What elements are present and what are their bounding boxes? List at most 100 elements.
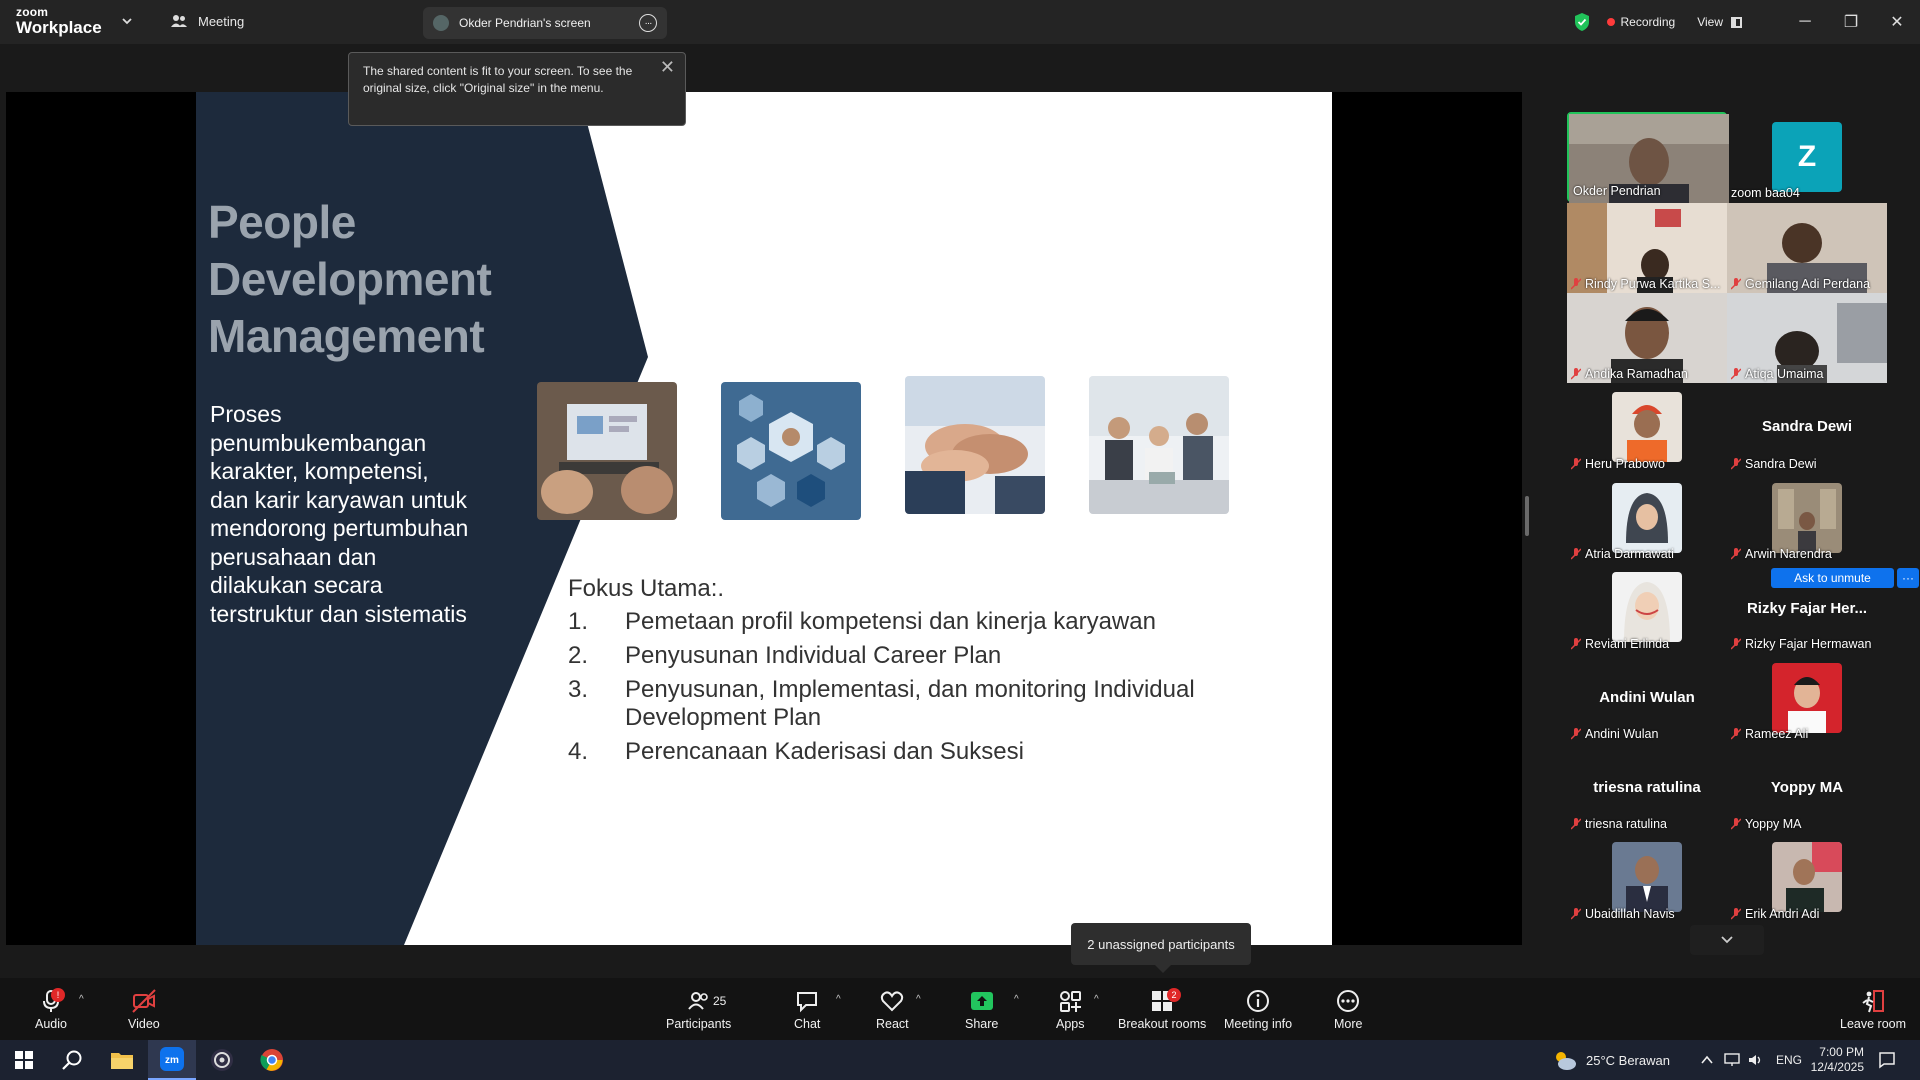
participant-avatar [1772, 483, 1842, 553]
photo-teamwork-hands [905, 376, 1045, 514]
mic-muted-icon [1731, 278, 1741, 290]
clock[interactable]: 7:00 PM 12/4/2025 [1808, 1040, 1864, 1080]
video-button[interactable]: Video [128, 988, 160, 1031]
focus-item-number: 4. [568, 738, 589, 765]
view-button[interactable]: View [1697, 15, 1742, 29]
participant-tile[interactable]: Ubaidillah Navis [1567, 833, 1727, 923]
apps-button[interactable]: Apps [1056, 988, 1085, 1031]
meeting-label: Meeting [198, 13, 245, 29]
info-icon [1247, 990, 1270, 1012]
participant-name-tag: Rindy Purwa Kartika S... [1571, 277, 1720, 291]
participant-name-tag: Ubaidillah Navis [1571, 907, 1675, 921]
react-button[interactable]: React [876, 988, 909, 1031]
svg-text:zm: zm [165, 1055, 179, 1066]
presentation-slide: People Development Management Proses pen… [196, 92, 1332, 945]
maximize-button[interactable]: ❐ [1828, 0, 1874, 44]
participant-tile[interactable]: Rindy Purwa Kartika S... [1567, 203, 1727, 293]
meeting-toolbar: Audio ! ^ Video Participants 25 Chat ^ R… [0, 978, 1920, 1040]
share-options-caret-icon[interactable]: ^ [1014, 994, 1019, 1005]
zoom-taskbar-button[interactable]: zm [148, 1040, 196, 1080]
unassigned-participants-tooltip: 2 unassigned participants [1071, 923, 1251, 973]
participant-tile[interactable]: Atria Darmawati [1567, 473, 1727, 563]
participant-tile[interactable]: Sandra Dewi Sandra Dewi [1727, 383, 1887, 473]
apps-options-caret-icon[interactable]: ^ [1094, 994, 1099, 1005]
participant-tile[interactable]: Okder Pendrian [1567, 112, 1729, 204]
weather-widget[interactable]: 25°C Berawan [1552, 1040, 1670, 1080]
chevron-up-icon[interactable] [1700, 1053, 1714, 1067]
chrome-icon [260, 1049, 283, 1071]
mic-muted-icon [1731, 908, 1741, 920]
participant-name-tag: Sandra Dewi [1731, 457, 1817, 471]
share-button[interactable]: Share [965, 988, 998, 1031]
participant-tile[interactable]: Rizky Fajar Her... Rizky Fajar Hermawan [1727, 563, 1887, 653]
more-button[interactable]: More [1334, 988, 1362, 1031]
participant-name-tag: Heru Prabowo [1571, 457, 1665, 471]
start-button[interactable] [0, 1040, 48, 1080]
notifications-button[interactable] [1878, 1040, 1896, 1080]
participant-tile[interactable]: Heru Prabowo [1567, 383, 1727, 473]
participant-name-tag: Andika Ramadhan [1571, 367, 1688, 381]
zoom-app-icon: zm [160, 1047, 184, 1071]
recording-indicator[interactable]: Recording [1606, 15, 1675, 29]
chevron-down-icon[interactable] [120, 14, 134, 28]
participant-tile[interactable]: Z zoom baa04 [1727, 112, 1887, 202]
audio-label: Audio [35, 1017, 67, 1031]
participant-tile[interactable]: Rameez Ali [1727, 653, 1887, 743]
volume-icon[interactable] [1748, 1053, 1764, 1067]
chat-button[interactable]: Chat [794, 988, 820, 1031]
photo-business-meeting [1089, 376, 1229, 514]
breakout-rooms-button[interactable]: Breakout rooms [1118, 988, 1206, 1031]
participant-name: Reviani Erlinda [1585, 637, 1670, 651]
participant-tile[interactable]: triesna ratulina triesna ratulina [1567, 743, 1727, 833]
system-tray[interactable]: ENG [1700, 1040, 1802, 1080]
meeting-menu[interactable]: Meeting [170, 12, 244, 30]
participant-name: Rameez Ali [1745, 727, 1809, 741]
search-button[interactable] [48, 1040, 96, 1080]
mic-muted-icon [1571, 908, 1581, 920]
fit-screen-tooltip: The shared content is fit to your screen… [348, 52, 686, 126]
encryption-shield-icon[interactable] [1573, 12, 1591, 32]
shared-screen-tab[interactable]: Okder Pendrian's screen ··· [423, 7, 667, 39]
participant-tile[interactable]: Yoppy MA Yoppy MA [1727, 743, 1887, 833]
participant-tile[interactable]: Reviani Erlinda [1567, 563, 1727, 653]
participant-tile[interactable]: Arwin Narendra [1727, 473, 1887, 563]
participant-name-tag: triesna ratulina [1571, 817, 1667, 831]
more-options-icon[interactable]: ··· [639, 14, 657, 32]
chat-options-caret-icon[interactable]: ^ [836, 994, 841, 1005]
participant-more-button[interactable]: ··· [1897, 568, 1919, 588]
participant-name: Ubaidillah Navis [1585, 907, 1675, 921]
audio-options-caret-icon[interactable]: ^ [79, 994, 84, 1005]
participant-tile[interactable]: Andini Wulan Andini Wulan [1567, 653, 1727, 743]
leave-room-button[interactable]: Leave room [1840, 988, 1906, 1031]
focus-list-item: 1. Pemetaan profil kompetensi dan kinerja… [568, 608, 1268, 636]
obs-taskbar-button[interactable] [198, 1040, 246, 1080]
windows-taskbar: zm 25°C Berawan ENG 7:00 PM 12/4/2025 [0, 1040, 1920, 1080]
participant-display-name: Andini Wulan [1599, 689, 1695, 706]
participant-name: Sandra Dewi [1745, 457, 1817, 471]
logo-line-2: Workplace [16, 18, 102, 37]
panel-resize-handle[interactable] [1525, 496, 1529, 536]
close-tooltip-icon[interactable]: ✕ [660, 58, 675, 76]
close-window-button[interactable]: ✕ [1874, 0, 1920, 44]
logo-line-1: zoom [16, 5, 49, 19]
gallery-next-page-button[interactable] [1690, 925, 1764, 955]
meeting-info-button[interactable]: Meeting info [1224, 988, 1292, 1031]
mic-muted-icon [1571, 548, 1581, 560]
participant-tile[interactable]: Erik Andri Adi [1727, 833, 1887, 923]
participant-tile[interactable]: Atiqa Umaima [1727, 293, 1887, 383]
heart-icon [881, 991, 904, 1012]
participant-name: Rindy Purwa Kartika S... [1585, 277, 1721, 291]
mic-muted-icon [1571, 728, 1581, 740]
network-icon[interactable] [1724, 1053, 1740, 1067]
chat-icon [797, 992, 818, 1013]
minimize-button[interactable]: ─ [1782, 0, 1828, 44]
participant-tile[interactable]: Gemilang Adi Perdana [1727, 203, 1887, 293]
input-language[interactable]: ENG [1776, 1053, 1802, 1067]
react-options-caret-icon[interactable]: ^ [916, 994, 921, 1005]
participant-avatar [1612, 483, 1682, 553]
chrome-taskbar-button[interactable] [248, 1040, 296, 1080]
participant-display-name: Rizky Fajar Her... [1746, 600, 1868, 617]
apps-icon [1060, 991, 1082, 1012]
file-explorer-button[interactable] [98, 1040, 146, 1080]
participant-tile[interactable]: Andika Ramadhan [1567, 293, 1727, 383]
